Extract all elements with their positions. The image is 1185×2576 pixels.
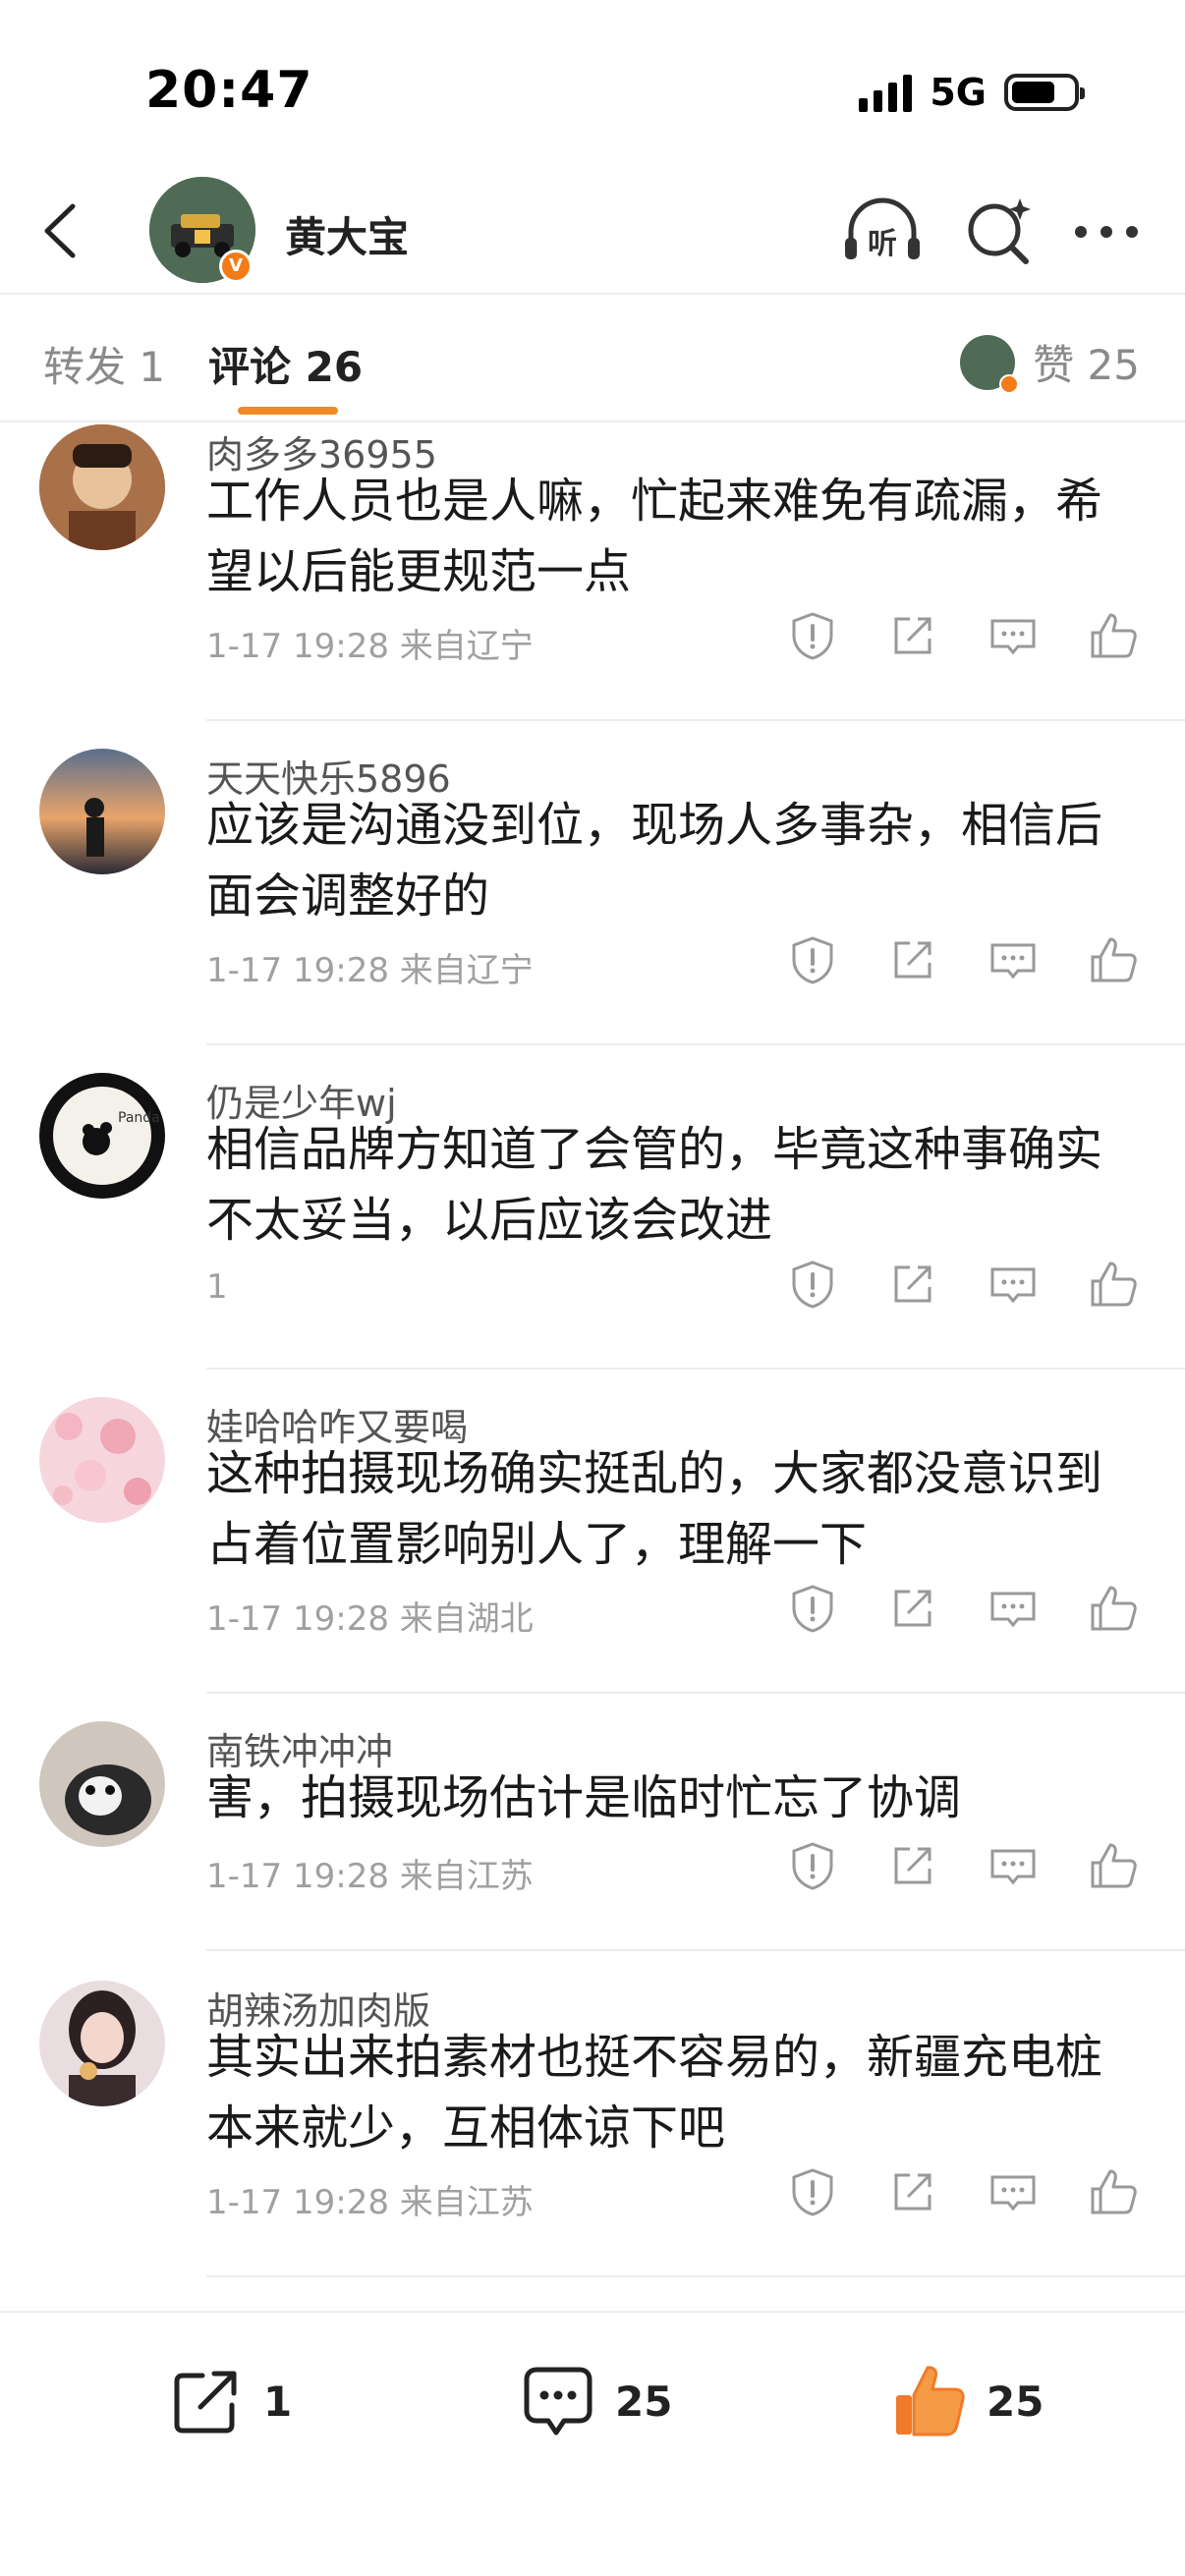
like-button[interactable]: 25	[890, 2362, 1044, 2440]
comment-actions	[786, 2165, 1140, 2218]
like-icon[interactable]	[1087, 1839, 1140, 1892]
comment-meta: 1-17 19:28 来自辽宁	[206, 951, 534, 990]
comment-text: 其实出来拍素材也挺不容易的，新疆充电桩本来就少，互相体谅下吧	[206, 2030, 1103, 2156]
tab-repost[interactable]: 转发 1	[43, 334, 165, 394]
comment-meta: 1-17 19:28 来自江苏	[206, 2183, 534, 2222]
repost-button[interactable]: 1	[167, 2362, 292, 2440]
back-icon	[44, 203, 76, 258]
comment-avatar[interactable]: Panda	[39, 1073, 165, 1199]
comment-meta: 1-17 19:28 来自江苏	[206, 1857, 534, 1896]
reply-icon[interactable]	[987, 1839, 1040, 1892]
like-icon[interactable]	[1087, 1258, 1140, 1311]
comment-actions	[786, 1258, 1140, 1311]
svg-text:听: 听	[868, 227, 897, 261]
like-count: 25	[987, 2377, 1044, 2426]
share-icon[interactable]	[886, 1258, 939, 1311]
comment-divider	[206, 2275, 1185, 2277]
comment-avatar[interactable]	[39, 424, 165, 550]
like-icon[interactable]	[1087, 1582, 1140, 1635]
comment-icon	[524, 2367, 592, 2436]
comment-meta: 1-17 19:28 来自湖北	[206, 1599, 534, 1639]
repost-count: 1	[263, 2377, 293, 2426]
comment-divider	[206, 1368, 1185, 1370]
more-icon	[1075, 226, 1138, 238]
comment-meta: 1-17 19:28 来自辽宁	[206, 627, 534, 666]
share-icon[interactable]	[886, 2165, 939, 2218]
network-type: 5G	[930, 71, 987, 114]
report-icon[interactable]	[786, 1839, 839, 1892]
comment-actions	[786, 1839, 1140, 1892]
comment-actions	[786, 609, 1140, 662]
comment-avatar[interactable]	[39, 749, 165, 874]
comment-text: 相信品牌方知道了会管的，毕竟这种事确实不太妥当，以后应该会改进	[206, 1122, 1103, 1248]
comment-text: 害，拍摄现场估计是临时忙忘了协调	[206, 1770, 962, 1825]
status-bar: 20:47 5G	[0, 0, 1185, 167]
likes-label: 赞 25	[1033, 341, 1140, 389]
reply-icon[interactable]	[987, 1582, 1040, 1635]
comment-meta: 1	[206, 1267, 228, 1307]
bottom-action-bar: 1 25 25	[0, 2311, 1185, 2576]
comment-divider	[206, 1043, 1185, 1045]
like-icon[interactable]	[1087, 933, 1140, 986]
verified-badge: V	[219, 250, 253, 283]
ai-search-button[interactable]	[959, 193, 1038, 271]
author-name[interactable]: 黄大宝	[285, 204, 409, 264]
report-icon[interactable]	[786, 1258, 839, 1311]
report-icon[interactable]	[786, 609, 839, 662]
liked-thumb-icon	[896, 2366, 965, 2436]
listen-icon: 听	[845, 197, 920, 261]
back-button[interactable]	[28, 196, 96, 265]
ai-search-icon	[968, 198, 1031, 264]
signal-icon	[859, 73, 913, 112]
battery-icon	[1004, 74, 1085, 111]
more-button[interactable]	[1071, 210, 1142, 253]
share-icon[interactable]	[886, 1582, 939, 1635]
comment-actions	[786, 933, 1140, 986]
status-time: 20:47	[145, 61, 313, 120]
share-icon[interactable]	[886, 1839, 939, 1892]
comment-count: 25	[615, 2377, 673, 2426]
report-icon[interactable]	[786, 933, 839, 986]
status-indicators: 5G	[859, 71, 1085, 114]
share-icon[interactable]	[886, 609, 939, 662]
reply-icon[interactable]	[987, 609, 1040, 662]
comment-avatar[interactable]	[39, 1981, 165, 2106]
comment-avatar[interactable]	[39, 1397, 165, 1523]
reply-icon[interactable]	[987, 1258, 1040, 1311]
active-tab-indicator	[238, 407, 338, 415]
tab-comment[interactable]: 评论 26	[208, 334, 363, 394]
listen-button[interactable]: 听	[841, 193, 924, 271]
comment-text: 应该是沟通没到位，现场人多事杂，相信后面会调整好的	[206, 798, 1103, 924]
report-icon[interactable]	[786, 2165, 839, 2218]
comment-divider	[206, 1692, 1185, 1694]
like-icon[interactable]	[1087, 609, 1140, 662]
reply-icon[interactable]	[987, 2165, 1040, 2218]
comment-divider	[206, 719, 1185, 721]
nav-header: V 黄大宝 听	[0, 167, 1185, 295]
like-icon[interactable]	[1087, 2165, 1140, 2218]
report-icon[interactable]	[786, 1582, 839, 1635]
comment-text: 这种拍摄现场确实挺乱的，大家都没意识到占着位置影响别人了，理解一下	[206, 1446, 1103, 1572]
comment-button[interactable]: 25	[519, 2362, 672, 2440]
svg-text:Panda: Panda	[118, 1110, 160, 1126]
repost-icon	[174, 2371, 237, 2434]
share-icon[interactable]	[886, 933, 939, 986]
comment-actions	[786, 1582, 1140, 1635]
liker-avatar	[960, 334, 1020, 394]
tab-likes[interactable]: 赞 25	[960, 332, 1140, 394]
comment-text: 工作人员也是人嘛，忙起来难免有疏漏，希望以后能更规范一点	[206, 474, 1103, 599]
comment-avatar[interactable]	[39, 1721, 165, 1847]
reply-icon[interactable]	[987, 933, 1040, 986]
comment-list: 肉多多36955 工作人员也是人嘛，忙起来难免有疏漏，希望以后能更规范一点 1-…	[0, 424, 1185, 2311]
comment-divider	[206, 1949, 1185, 1951]
tab-bar: 转发 1 评论 26 赞 25	[0, 295, 1185, 422]
